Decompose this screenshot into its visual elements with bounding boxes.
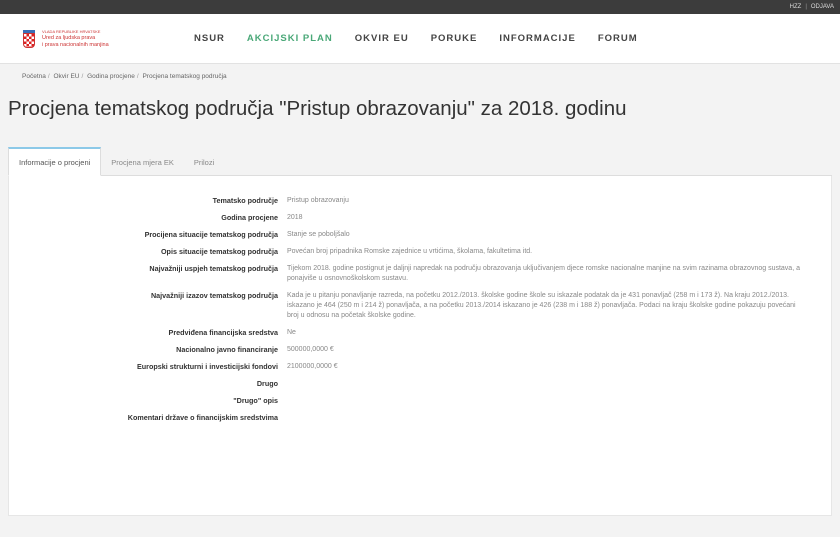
detail-label: Komentari države o financijskim sredstvi… xyxy=(127,413,278,422)
detail-row: Najvažniji uspjeh tematskog područja Tij… xyxy=(9,264,831,284)
tab-informacije[interactable]: Informacije o procjeni xyxy=(8,147,102,176)
detail-label: Drugo xyxy=(256,379,278,388)
breadcrumb-current: Procjena tematskog područja xyxy=(142,73,227,80)
detail-value: 500000,0000 € xyxy=(287,346,334,353)
detail-label: Opis situacije tematskog područja xyxy=(160,247,278,256)
detail-value xyxy=(287,413,807,423)
breadcrumb-okvir-eu[interactable]: Okvir EU xyxy=(53,73,79,80)
detail-label: Tematsko područje xyxy=(212,196,278,205)
detail-row: Predviđena financijska sredstva Ne xyxy=(9,328,831,338)
detail-row: Drugo xyxy=(9,379,831,389)
detail-row: Komentari države o financijskim sredstvi… xyxy=(9,413,831,423)
detail-value: 2100000,0000 € xyxy=(287,363,338,370)
detail-row: Nacionalno javno financiranje 500000,000… xyxy=(9,345,831,355)
tab-prilozi[interactable]: Prilozi xyxy=(184,149,224,175)
logo-line-3: i prava nacionalnih manjina xyxy=(42,41,109,48)
logo-text: VLADA REPUBLIKE HRVATSKE Ured za ljudska… xyxy=(42,29,109,49)
detail-label: Najvažniji uspjeh tematskog područja xyxy=(149,264,278,273)
croatian-crest-icon xyxy=(22,29,36,48)
user-link[interactable]: HZZ xyxy=(790,4,802,10)
site-header: VLADA REPUBLIKE HRVATSKE Ured za ljudska… xyxy=(0,14,840,64)
detail-value: Kada je u pitanju ponavljanje razreda, n… xyxy=(287,292,796,319)
detail-value: Stanje se poboljšalo xyxy=(287,231,350,238)
page-title: Procjena tematskog područja "Pristup obr… xyxy=(8,97,627,120)
detail-value xyxy=(287,396,807,406)
user-area: HZZ | ODJAVA xyxy=(790,4,834,10)
detail-label: Godina procjene xyxy=(221,213,278,222)
nav-informacije[interactable]: INFORMACIJE xyxy=(499,33,575,44)
nav-poruke[interactable]: PORUKE xyxy=(431,33,478,44)
details-panel: Tematsko područje Pristup obrazovanju Go… xyxy=(8,176,832,516)
nav-nsur[interactable]: NSUR xyxy=(194,33,225,44)
detail-value: 2018 xyxy=(287,214,303,221)
breadcrumb-godina[interactable]: Godina procjene xyxy=(87,73,135,80)
tab-bar: Informacije o procjeni Procjena mjera EK… xyxy=(8,147,832,176)
logo[interactable]: VLADA REPUBLIKE HRVATSKE Ured za ljudska… xyxy=(22,29,172,49)
topbar-separator: | xyxy=(805,4,807,10)
detail-value: Ne xyxy=(287,329,296,336)
detail-row: Europski strukturni i investicijski fond… xyxy=(9,362,831,372)
detail-label: Europski strukturni i investicijski fond… xyxy=(137,362,278,371)
detail-value: Povećan broj pripadnika Romske zajednice… xyxy=(287,248,533,255)
nav-forum[interactable]: FORUM xyxy=(598,33,638,44)
detail-row: Godina procjene 2018 xyxy=(9,213,831,223)
detail-row: Tematsko područje Pristup obrazovanju xyxy=(9,196,831,206)
breadcrumb: Početna / Okvir EU / Godina procjene / Proc… xyxy=(22,73,227,80)
detail-row: Najvažniji izazov tematskog područja Kad… xyxy=(9,291,831,321)
detail-label: Predviđena financijska sredstva xyxy=(168,328,278,337)
logout-link[interactable]: ODJAVA xyxy=(811,4,834,10)
tab-procjena-mjera[interactable]: Procjena mjera EK xyxy=(101,149,184,175)
detail-label: Nacionalno javno financiranje xyxy=(176,345,278,354)
nav-okvir-eu[interactable]: OKVIR EU xyxy=(355,33,409,44)
breadcrumb-home[interactable]: Početna xyxy=(22,73,46,80)
detail-value: Pristup obrazovanju xyxy=(287,197,349,204)
detail-row: Opis situacije tematskog područja Poveća… xyxy=(9,247,831,257)
detail-value: Tijekom 2018. godine postignut je daljnj… xyxy=(287,265,800,282)
detail-label: "Drugo" opis xyxy=(233,396,278,405)
detail-row: Procijena situacije tematskog područja S… xyxy=(9,230,831,240)
detail-label: Procijena situacije tematskog područja xyxy=(144,230,278,239)
nav-akcijski-plan[interactable]: AKCIJSKI PLAN xyxy=(247,33,333,44)
detail-row: "Drugo" opis xyxy=(9,396,831,406)
main-nav: NSUR AKCIJSKI PLAN OKVIR EU PORUKE INFOR… xyxy=(194,33,638,44)
detail-label: Najvažniji izazov tematskog područja xyxy=(150,291,278,300)
top-bar: HZZ | ODJAVA xyxy=(0,0,840,14)
detail-value xyxy=(287,379,807,389)
